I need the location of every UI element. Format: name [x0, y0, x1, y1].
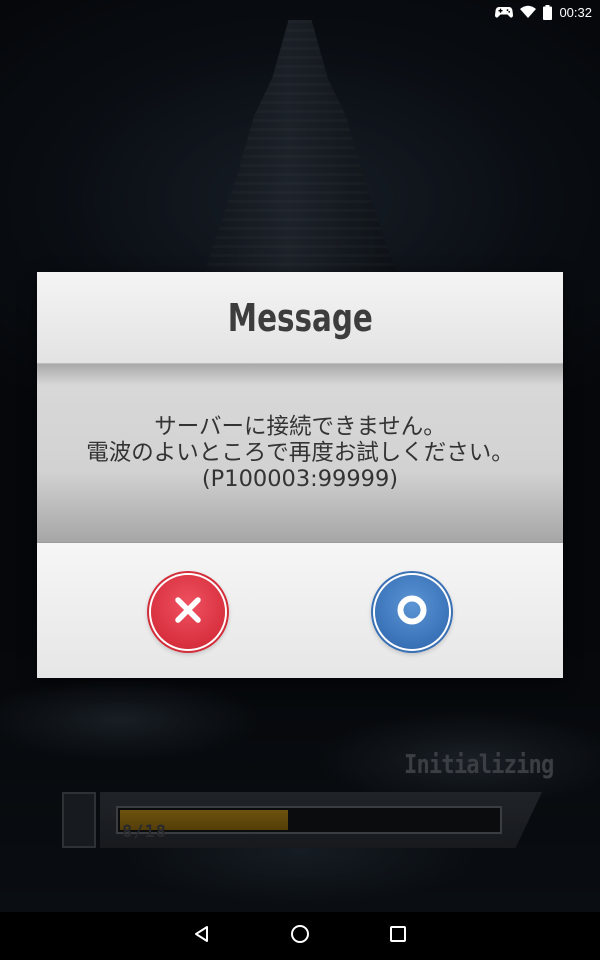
message-line-2: 電波のよいところで再度お試しください。 — [86, 440, 514, 466]
error-code: (P100003:99999) — [201, 466, 399, 492]
dialog-footer — [37, 542, 563, 678]
status-bar: 00:32 — [0, 0, 600, 24]
dialog-body: サーバーに接続できません。 電波のよいところで再度お試しください。 (P1000… — [37, 364, 563, 542]
dialog-header: Message — [37, 272, 563, 364]
close-x-icon — [173, 595, 203, 629]
recent-apps-icon — [389, 925, 407, 947]
ok-button[interactable] — [375, 575, 449, 649]
battery-icon — [543, 4, 553, 20]
circle-o-icon — [395, 593, 429, 631]
back-icon — [193, 925, 211, 947]
dialog-title: Message — [227, 295, 373, 340]
cancel-button[interactable] — [151, 575, 225, 649]
back-button[interactable] — [188, 922, 216, 950]
message-line-1: サーバーに接続できません。 — [154, 414, 446, 440]
gamepad-icon — [495, 5, 514, 19]
home-button[interactable] — [286, 922, 314, 950]
navigation-bar — [0, 912, 600, 960]
wifi-icon — [520, 5, 537, 19]
home-icon — [290, 924, 310, 948]
clock: 00:32 — [559, 4, 592, 20]
message-dialog: Message サーバーに接続できません。 電波のよいところで再度お試しください… — [37, 272, 563, 678]
recent-apps-button[interactable] — [384, 922, 412, 950]
